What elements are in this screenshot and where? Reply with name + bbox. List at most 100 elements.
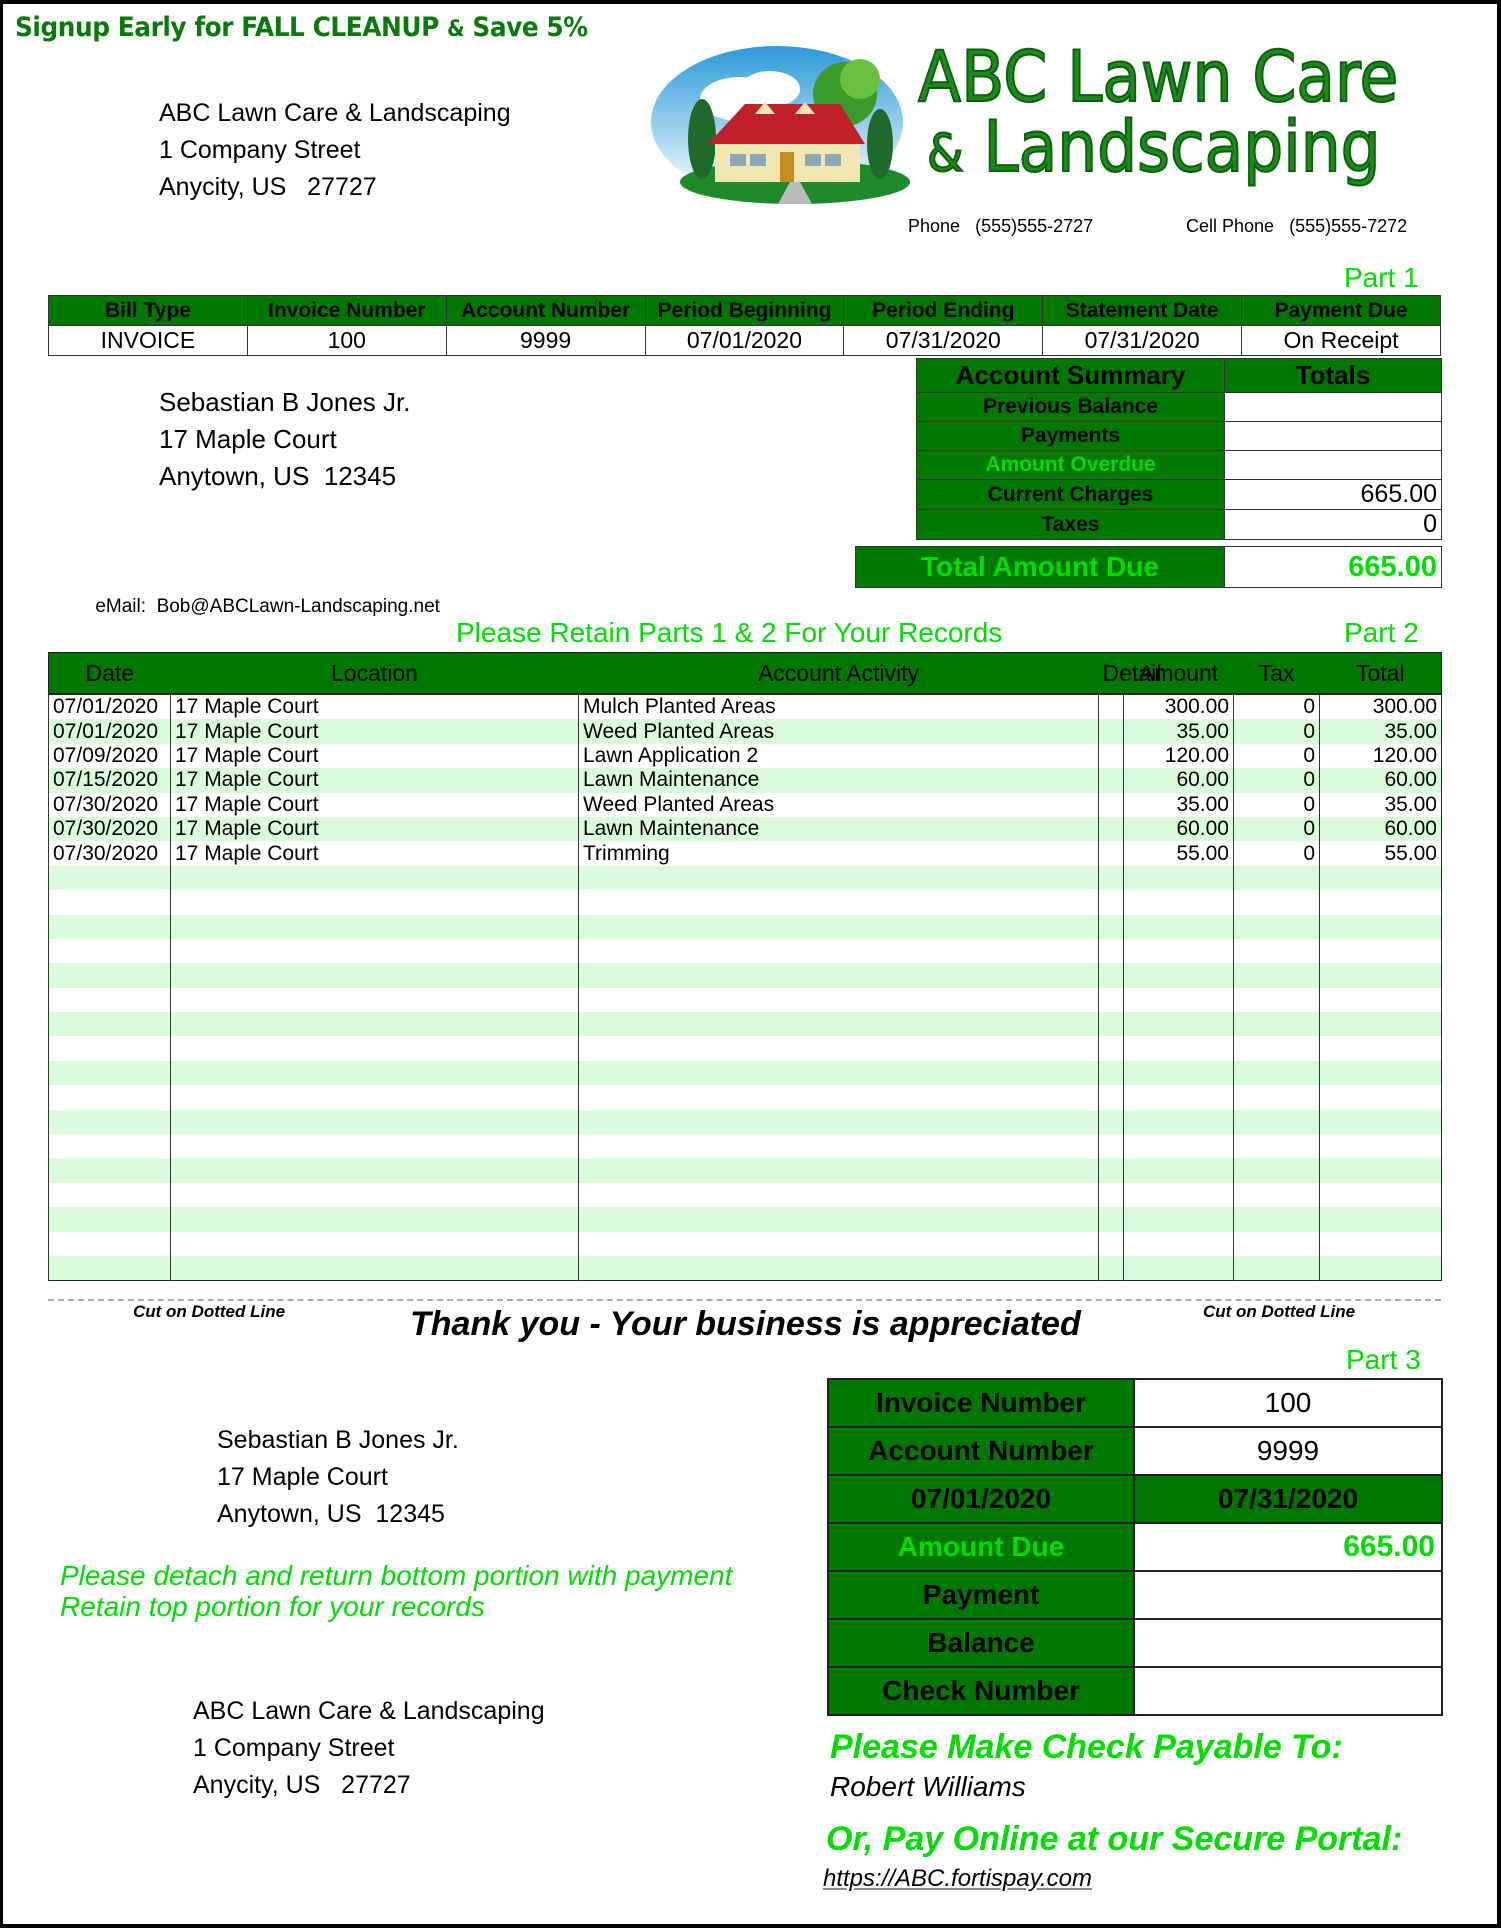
bill-type-value: INVOICE xyxy=(48,325,248,356)
detach-note-line-2: Retain top portion for your records xyxy=(60,1591,485,1622)
cell-activity xyxy=(578,865,1099,891)
stub-balance-field[interactable] xyxy=(1133,1618,1443,1668)
stub-customer-city: Anytown, US 12345 xyxy=(217,1500,445,1528)
previous-balance-value xyxy=(1224,392,1442,422)
promo-text-1: Signup Early for FALL CLEANUP xyxy=(15,12,448,43)
invoice-header-row: Bill Type Invoice Number Account Number … xyxy=(48,295,1441,326)
col-detail-text: Detail xyxy=(1102,659,1162,686)
header-period-ending: Period Ending xyxy=(843,295,1044,326)
activity-row: 07/30/2020 17 Maple Court Lawn Maintenance… xyxy=(48,816,1442,842)
cell-location: 17 Maple Court xyxy=(170,743,579,769)
activity-blank-row xyxy=(48,890,1442,915)
cell-tax xyxy=(1233,938,1320,964)
activity-blank-row xyxy=(48,1207,1442,1232)
col-total: Total xyxy=(1319,652,1442,695)
cell-location xyxy=(170,1060,579,1086)
cell-date: 07/15/2020 xyxy=(48,768,171,793)
activity-blank-row xyxy=(48,938,1442,964)
account-summary-title: Account Summary xyxy=(916,358,1225,393)
cell-activity: Mulch Planted Areas xyxy=(578,694,1099,720)
cell-activity: Lawn Application 2 xyxy=(578,743,1099,769)
cell-date: 07/01/2020 xyxy=(48,694,171,720)
stub-company-name: ABC Lawn Care & Landscaping xyxy=(193,1697,545,1725)
brand-line-2: & Landscaping xyxy=(926,111,1398,189)
cell-activity xyxy=(578,890,1099,915)
retain-note: Please Retain Parts 1 & 2 For Your Recor… xyxy=(456,617,1003,648)
total-amount-due-value: 665.00 xyxy=(1224,546,1442,588)
cell-location xyxy=(170,890,579,915)
cell-activity xyxy=(578,1036,1099,1061)
cell-total xyxy=(1319,890,1442,915)
cell-date xyxy=(48,1134,171,1159)
cell-amount xyxy=(1123,1109,1234,1135)
cell-amount: 55.00 xyxy=(1123,841,1234,866)
stub-customer-address: Sebastian B Jones Jr. 17 Maple Court Any… xyxy=(217,1422,459,1533)
cell-tax xyxy=(1233,1231,1320,1256)
invoice-header-table: Bill Type Invoice Number Account Number … xyxy=(48,295,1441,356)
stub-invoice-value: 100 xyxy=(1133,1378,1443,1428)
cell-detail xyxy=(1098,890,1124,915)
cell-amount: 60.00 xyxy=(1123,816,1234,842)
stub-invoice-label: Invoice Number xyxy=(827,1378,1135,1428)
cell-tax xyxy=(1233,1134,1320,1159)
cell-tax xyxy=(1233,890,1320,915)
payment-due-value: On Receipt xyxy=(1241,325,1441,356)
online-payment-link[interactable]: https://ABC.fortispay.com xyxy=(823,1865,1092,1893)
check-payable-heading: Please Make Check Payable To: xyxy=(830,1728,1343,1766)
stub-amount-due-label: Amount Due xyxy=(827,1522,1135,1572)
activity-blank-row xyxy=(48,1036,1442,1061)
cell-tax: 0 xyxy=(1233,743,1320,769)
cell-tax xyxy=(1233,1060,1320,1086)
stub-payment-field[interactable] xyxy=(1133,1570,1443,1620)
cell-total: 60.00 xyxy=(1319,768,1442,793)
cell-amount: 60.00 xyxy=(1123,768,1234,793)
brand-landscaping: Landscaping xyxy=(963,106,1382,188)
cell-total: 120.00 xyxy=(1319,743,1442,769)
promo-banner: Signup Early for FALL CLEANUP & Save 5% xyxy=(15,12,588,43)
activity-header-row: Date Location Account Activity Detail Am… xyxy=(48,652,1442,695)
cell-amount xyxy=(1123,1060,1234,1086)
header-period-beginning: Period Beginning xyxy=(644,295,845,326)
company-name: ABC Lawn Care & Landscaping xyxy=(159,99,511,127)
cell-detail xyxy=(1098,938,1124,964)
part-1-label: Part 1 xyxy=(1344,262,1419,293)
house-logo-icon xyxy=(651,46,910,204)
account-activity-table: Date Location Account Activity Detail Am… xyxy=(48,652,1442,1282)
brand-title: ABC Lawn Care & Landscaping xyxy=(917,41,1399,189)
cell-location xyxy=(170,1109,579,1135)
cell-activity xyxy=(578,1134,1099,1159)
cell-tax: 0 xyxy=(1233,694,1320,720)
stub-check-number-field[interactable] xyxy=(1133,1666,1443,1716)
cell-total: 55.00 xyxy=(1319,841,1442,866)
cell-tax xyxy=(1233,914,1320,939)
cell-date: 07/30/2020 xyxy=(48,841,171,866)
detach-note: Please detach and return bottom portion … xyxy=(60,1560,732,1622)
cell-location xyxy=(170,1255,579,1281)
cell-date xyxy=(48,1012,171,1037)
cut-label-right: Cut on Dotted Line xyxy=(1203,1302,1356,1321)
stub-balance-label: Balance xyxy=(827,1618,1135,1668)
cell-detail xyxy=(1098,1231,1124,1256)
cell-total xyxy=(1319,938,1442,964)
period-ending-value: 07/31/2020 xyxy=(843,325,1044,356)
cell-date xyxy=(48,865,171,891)
cell-detail xyxy=(1098,743,1124,769)
online-payment-heading: Or, Pay Online at our Secure Portal: xyxy=(826,1820,1403,1858)
cell-location: 17 Maple Court xyxy=(170,768,579,793)
cell-tax xyxy=(1233,987,1320,1013)
cell-tax xyxy=(1233,1085,1320,1110)
email-value[interactable]: Bob@ABCLawn-Landscaping.net xyxy=(157,596,440,617)
promo-amp: & xyxy=(447,17,465,42)
cell-amount xyxy=(1123,1207,1234,1232)
cell-location xyxy=(170,1158,579,1183)
cell-amount xyxy=(1123,890,1234,915)
cell-location xyxy=(170,1231,579,1256)
cell-total xyxy=(1319,865,1442,891)
cell-detail xyxy=(1098,963,1124,988)
cell-date xyxy=(48,987,171,1013)
cell-amount xyxy=(1123,1158,1234,1183)
cell-tax xyxy=(1233,1036,1320,1061)
company-street: 1 Company Street xyxy=(159,136,361,164)
promo-text-2: Save 5% xyxy=(464,12,588,43)
cell-location xyxy=(170,1036,579,1061)
